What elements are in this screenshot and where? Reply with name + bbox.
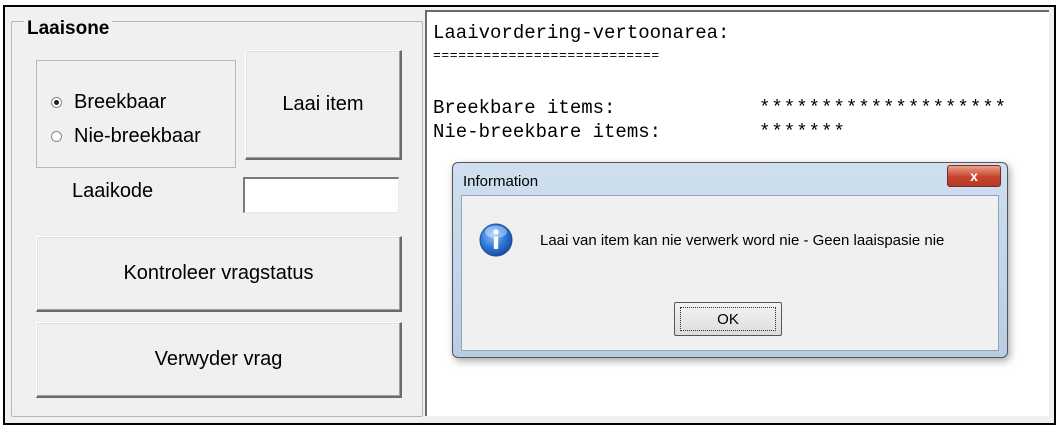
radio-non-fragile-button[interactable] xyxy=(51,131,62,142)
dialog-close-button[interactable]: x xyxy=(947,165,1001,187)
check-cargo-status-button[interactable]: Kontroleer vragstatus xyxy=(36,236,402,312)
dialog-body: Laai van item kan nie verwerk word nie -… xyxy=(461,195,999,351)
remove-cargo-button[interactable]: Verwyder vrag xyxy=(36,322,402,398)
radio-non-fragile-label: Nie-breekbaar xyxy=(74,125,201,147)
ok-button[interactable]: OK xyxy=(674,302,782,336)
dialog-title: Information xyxy=(463,173,539,190)
display-heading: Laaivordering-vertoonarea: xyxy=(433,22,730,44)
dialog-message: Laai van item kan nie verwerk word nie -… xyxy=(540,232,945,249)
info-icon xyxy=(479,223,513,257)
non-fragile-items-value: ******* xyxy=(759,121,846,143)
load-item-button[interactable]: Laai item xyxy=(245,50,402,160)
radio-non-fragile[interactable]: Nie-breekbaar xyxy=(51,125,201,148)
load-code-input[interactable] xyxy=(243,177,399,213)
fragile-items-value: ******************** xyxy=(759,97,1008,119)
group-title: Laaisone xyxy=(24,18,113,40)
fragile-items-label: Breekbare items: xyxy=(433,97,616,119)
radio-fragile-label: Breekbaar xyxy=(74,91,167,113)
non-fragile-items-label: Nie-breekbare items: xyxy=(433,121,662,143)
ok-button-label: OK xyxy=(680,307,776,331)
radio-fragile[interactable]: Breekbaar xyxy=(51,91,166,114)
display-underline: =========================== xyxy=(433,48,660,63)
item-type-radio-group: Breekbaar Nie-breekbaar xyxy=(36,60,236,168)
load-code-label: Laaikode xyxy=(72,180,154,202)
radio-fragile-button[interactable] xyxy=(51,97,62,108)
information-dialog: Information x Laai van item kan nie verw… xyxy=(452,162,1008,358)
